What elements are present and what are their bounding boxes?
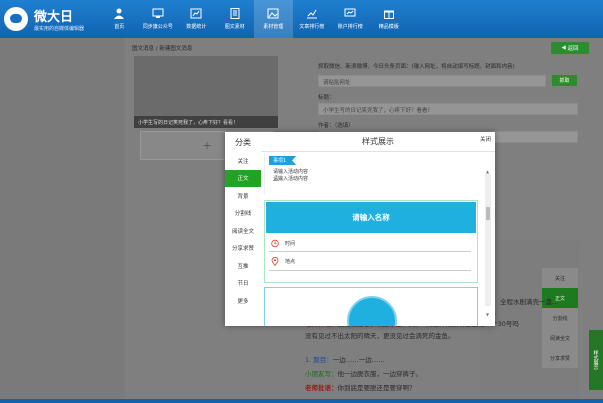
app-subtitle: 最实用的自媒体编辑器 bbox=[34, 26, 85, 32]
template-card-title: 请输入名称 bbox=[266, 202, 476, 233]
nav-item-image-manage[interactable]: 素材管理 bbox=[254, 0, 293, 38]
category-list: 关注 正文 背景 分割线 阅读全文 分享求赞 互推 节日 更多 bbox=[225, 152, 261, 310]
template-event-card[interactable]: 请输入名称 时间 地点 bbox=[264, 200, 478, 283]
left-blank-area bbox=[0, 38, 125, 403]
category-item[interactable]: 互推 bbox=[225, 257, 261, 275]
template-place-row: 地点 bbox=[271, 257, 295, 266]
template-tag: 事项1 bbox=[269, 156, 297, 165]
style-modal: 分类 关注 正文 背景 分割线 阅读全文 分享求赞 互推 节日 更多 样式展示 … bbox=[225, 132, 495, 326]
nav-label: 图文素材 bbox=[224, 24, 245, 30]
category-item[interactable]: 分享求赞 bbox=[225, 240, 261, 258]
app-title: 微大日 bbox=[34, 10, 74, 25]
style-panel-tab[interactable]: 样式展示 bbox=[589, 330, 603, 390]
template-gift-icon bbox=[383, 8, 395, 19]
content-text: 他一边脱衣服，一边穿裤子。 bbox=[337, 370, 423, 378]
content-highlight: 老师批语： bbox=[305, 384, 338, 392]
modal-scrollbar-thumb[interactable] bbox=[486, 207, 490, 220]
category-item[interactable]: 节日 bbox=[225, 275, 261, 293]
content-line: 1. 题目：一边……一边…… bbox=[305, 354, 385, 364]
scroll-down-icon[interactable]: ▼ bbox=[486, 312, 489, 317]
style-template-list: 事项1 请输入活动内容 请输入活动内容 请输入名称 时间 地点 bbox=[261, 152, 483, 326]
modal-scrollbar[interactable] bbox=[485, 174, 491, 306]
side-menu-item[interactable]: 分享求赞 bbox=[542, 348, 578, 368]
back-button-label: 返回 bbox=[567, 46, 579, 52]
image-manage-icon bbox=[267, 8, 279, 19]
template-circle-graphic bbox=[347, 296, 397, 326]
nav-item-home[interactable]: 首页 bbox=[100, 0, 139, 38]
content-line: 全程水剧满壳一盏... bbox=[500, 298, 559, 306]
fetch-hint: 抓取微信、新浪微博、今日头条页面：(输入网址，将自动填写标题、封面和内容) bbox=[318, 64, 515, 70]
ranking-chart-icon bbox=[306, 8, 318, 19]
category-item[interactable]: 关注 bbox=[225, 152, 261, 170]
content-text: 你到底是要脱还是要穿啊？ bbox=[337, 384, 416, 392]
content-text: 一边……一边…… bbox=[332, 356, 385, 364]
category-item[interactable]: 分割线 bbox=[225, 205, 261, 223]
logo-icon bbox=[4, 7, 28, 31]
template-text: 请输入活动内容 bbox=[273, 169, 309, 175]
account-ranking-icon bbox=[344, 8, 356, 19]
location-pin-icon bbox=[271, 257, 279, 266]
template-event-item[interactable]: 事项1 请输入活动内容 请输入活动内容 bbox=[264, 152, 478, 194]
template-circle-card[interactable] bbox=[264, 287, 478, 326]
stats-icon bbox=[190, 8, 202, 19]
template-time-row: 时间 bbox=[271, 239, 295, 248]
template-time-label: 时间 bbox=[285, 241, 296, 247]
title-label: 标题： bbox=[318, 95, 335, 101]
nav-item-sync-accounts[interactable]: 同步旗公众号 bbox=[139, 0, 178, 38]
back-button[interactable]: ◀ 返回 bbox=[551, 42, 589, 54]
preview-caption: 小学生写的日记笑死我了，心疼下好？看看！ bbox=[134, 116, 278, 128]
category-item[interactable]: 背景 bbox=[225, 187, 261, 205]
side-menu-item[interactable]: 分割线 bbox=[542, 308, 578, 328]
template-divider bbox=[269, 270, 471, 271]
close-button[interactable]: 关闭 bbox=[480, 135, 491, 143]
nav-label: 文章排行榜 bbox=[299, 24, 325, 30]
nav-item-template[interactable]: 精品模版 bbox=[370, 0, 409, 38]
top-navigation-bar: 微大日 最实用的自媒体编辑器 首页 同步旗公众号 数据统计 图文素材 素材管理 … bbox=[0, 0, 603, 38]
nav-label: 数据统计 bbox=[186, 24, 207, 30]
nav-item-article-ranking[interactable]: 文章排行榜 bbox=[293, 0, 332, 38]
category-header: 分类 bbox=[235, 137, 251, 147]
nav-label: 同步旗公众号 bbox=[142, 24, 173, 30]
category-item-active[interactable]: 正文 bbox=[225, 169, 261, 187]
url-input[interactable]: 请粘贴网址 bbox=[318, 75, 546, 87]
nav-item-account-ranking[interactable]: 账户排行榜 bbox=[331, 0, 370, 38]
style-side-menu: 关注 正文 分割线 阅读全文 分享求赞 bbox=[542, 268, 578, 368]
nav-label: 精品模版 bbox=[378, 24, 399, 30]
fetch-button[interactable]: 抓取 bbox=[552, 75, 577, 86]
category-item[interactable]: 阅读全文 bbox=[225, 222, 261, 240]
nav-label: 素材管理 bbox=[263, 24, 284, 30]
content-line: 老师批语：你到底是要脱还是要穿啊？ bbox=[305, 382, 416, 392]
template-divider bbox=[269, 251, 471, 252]
breadcrumb: 图文消息 / 新建图文消息 bbox=[132, 46, 193, 52]
content-line: 小朋友写：他一边脱衣服，一边穿裤子。 bbox=[305, 368, 422, 378]
nav-label: 首页 bbox=[114, 24, 125, 30]
content-highlight: 小朋友写： bbox=[305, 370, 338, 378]
template-place-label: 地点 bbox=[285, 259, 296, 265]
content-highlight: 1. 题目： bbox=[305, 356, 333, 364]
side-menu-item[interactable]: 阅读全文 bbox=[542, 328, 578, 348]
main-nav: 首页 同步旗公众号 数据统计 图文素材 素材管理 文章排行榜 账户排行榜 精品模… bbox=[100, 0, 408, 38]
nav-label: 账户排行榜 bbox=[337, 24, 363, 30]
nav-item-stats[interactable]: 数据统计 bbox=[177, 0, 216, 38]
clock-icon bbox=[271, 239, 279, 248]
template-divider bbox=[273, 180, 279, 181]
app-logo[interactable]: 微大日 最实用的自媒体编辑器 bbox=[4, 4, 104, 34]
author-label: 作者：（选填） bbox=[318, 123, 354, 129]
side-menu-item[interactable]: 关注 bbox=[542, 268, 578, 288]
article-preview-card[interactable]: 小学生写的日记笑死我了，心疼下好？看看！ bbox=[134, 56, 278, 128]
modal-title: 样式展示 bbox=[261, 132, 495, 152]
title-input[interactable]: 小学生写的日记笑死我了，心疼下好？看看！ bbox=[318, 103, 578, 115]
bottom-bar bbox=[0, 399, 603, 403]
category-item[interactable]: 更多 bbox=[225, 292, 261, 310]
nav-item-article-material[interactable]: 图文素材 bbox=[216, 0, 255, 38]
sync-accounts-icon bbox=[152, 8, 164, 19]
scroll-up-icon[interactable]: ▲ bbox=[486, 169, 489, 174]
article-material-icon bbox=[229, 8, 241, 19]
content-line: 没有见过不出太阳的晴天，更没见过会滴死的金鱼。 bbox=[305, 332, 455, 340]
home-icon bbox=[113, 8, 125, 19]
